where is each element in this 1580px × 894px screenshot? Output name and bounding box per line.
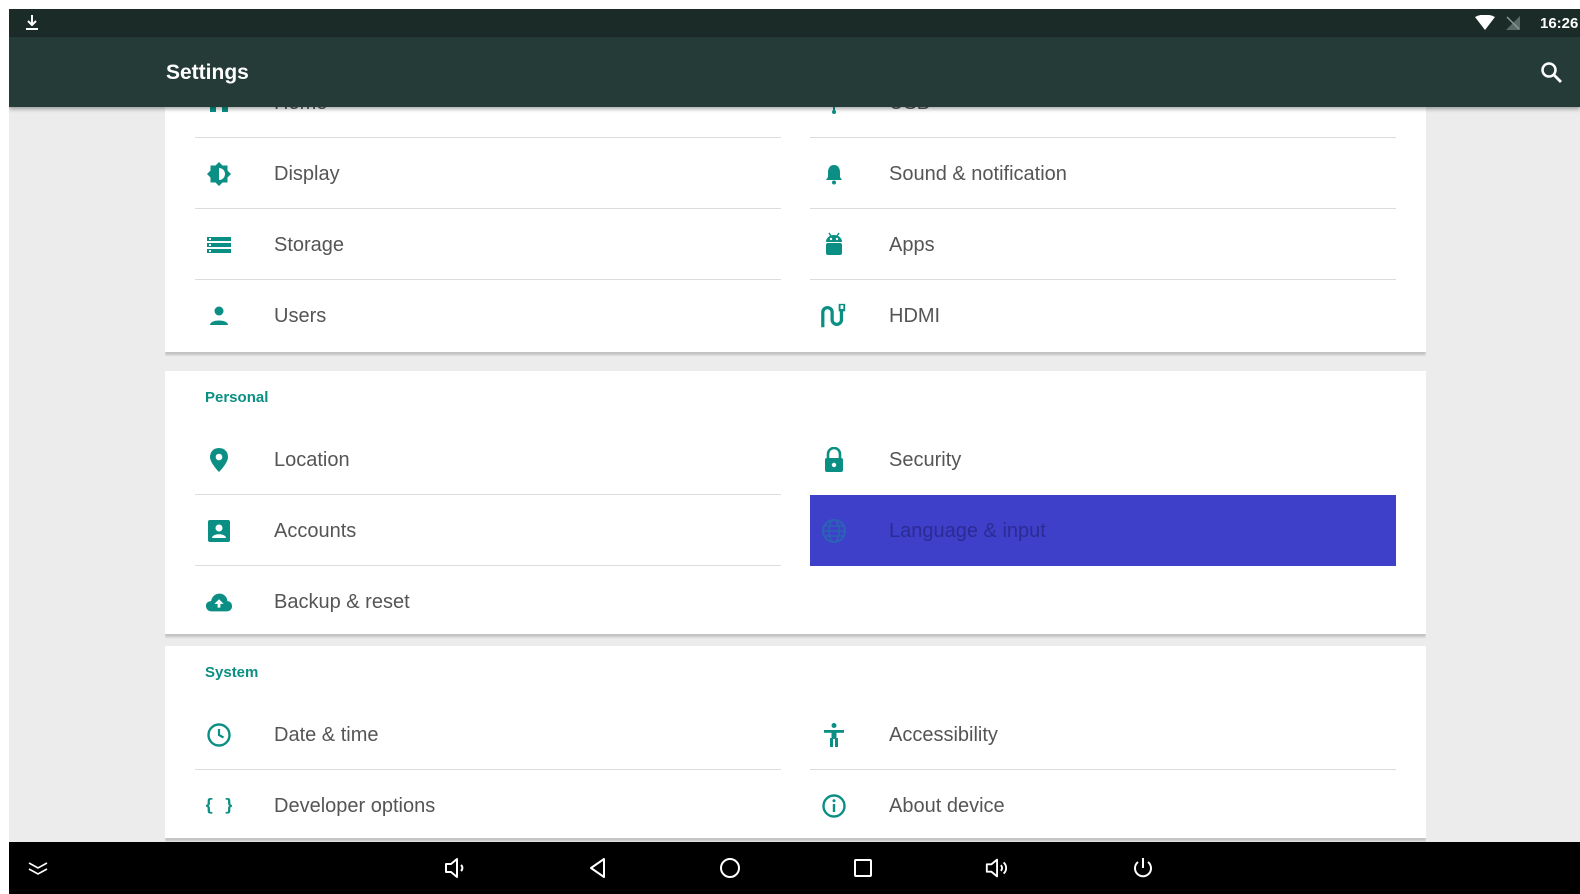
settings-list: Home USB Display Sound & notification	[165, 107, 1426, 842]
page-title: Settings	[166, 61, 249, 84]
usb-icon	[820, 107, 848, 117]
brightness-icon	[205, 160, 233, 188]
setting-accounts[interactable]: Accounts	[195, 495, 781, 566]
setting-label: Home	[274, 107, 327, 115]
hdmi-icon	[820, 302, 848, 330]
setting-hdmi[interactable]: HDMI	[810, 280, 1396, 351]
setting-label: HDMI	[889, 305, 941, 327]
setting-label: USB	[889, 107, 930, 115]
person-icon	[205, 302, 233, 330]
cloud-upload-icon	[205, 588, 233, 616]
wifi-icon	[1475, 15, 1495, 30]
setting-label: Location	[274, 449, 350, 471]
volume-down-icon[interactable]	[442, 854, 470, 882]
accessibility-icon	[820, 721, 848, 749]
setting-label: Accessibility	[889, 724, 998, 746]
download-icon	[26, 15, 38, 30]
collapse-icon[interactable]	[24, 854, 52, 882]
location-pin-icon	[205, 446, 233, 474]
setting-usb[interactable]: USB	[810, 107, 1396, 138]
setting-label: Security	[889, 449, 962, 471]
setting-display[interactable]: Display	[195, 138, 781, 209]
setting-label: Users	[274, 305, 327, 327]
setting-label: Date & time	[274, 724, 379, 746]
bell-icon	[820, 160, 848, 188]
device-card: Home USB Display Sound & notification	[165, 107, 1426, 352]
section-header-system: System	[205, 664, 259, 681]
setting-label: Accounts	[274, 520, 357, 542]
setting-label: Developer options	[274, 795, 436, 817]
power-icon[interactable]	[1129, 854, 1157, 882]
setting-security[interactable]: Security	[810, 424, 1396, 495]
braces-icon: { }	[205, 792, 233, 820]
navigation-bar	[9, 842, 1580, 894]
setting-sound-notification[interactable]: Sound & notification	[810, 138, 1396, 209]
android-icon	[820, 231, 848, 259]
setting-date-time[interactable]: Date & time	[195, 699, 781, 770]
no-sim-icon	[1506, 16, 1520, 30]
lock-icon	[820, 446, 848, 474]
setting-about-device[interactable]: About device	[810, 770, 1396, 841]
setting-backup-reset[interactable]: Backup & reset	[195, 566, 781, 637]
setting-users[interactable]: Users	[195, 280, 781, 351]
home-icon	[205, 107, 233, 117]
account-box-icon	[205, 517, 233, 545]
setting-label: Apps	[889, 234, 935, 256]
status-bar: 16:26	[9, 9, 1580, 37]
app-bar: Settings	[9, 37, 1580, 107]
setting-home[interactable]: Home	[195, 107, 781, 138]
setting-label: Sound & notification	[889, 163, 1067, 185]
section-header-personal: Personal	[205, 389, 269, 406]
svg-text:{ }: { }	[206, 796, 232, 816]
setting-label: Storage	[274, 234, 345, 256]
clock-text: 16:26	[1540, 14, 1579, 32]
volume-up-icon[interactable]	[984, 854, 1012, 882]
setting-apps[interactable]: Apps	[810, 209, 1396, 280]
setting-language-input[interactable]: Language & input	[810, 495, 1396, 566]
recents-icon[interactable]	[849, 854, 877, 882]
setting-label: Backup & reset	[274, 591, 410, 613]
info-icon	[820, 792, 848, 820]
search-icon[interactable]	[1539, 60, 1563, 84]
storage-icon	[205, 231, 233, 259]
setting-accessibility[interactable]: Accessibility	[810, 699, 1396, 770]
setting-label: About device	[889, 795, 1005, 817]
personal-card: Personal Location Security Accounts Lang…	[165, 371, 1426, 634]
android-screen: 16:26 Settings Home USB	[9, 9, 1580, 894]
back-icon[interactable]	[584, 854, 612, 882]
setting-label: Language & input	[889, 520, 1046, 542]
globe-icon	[820, 517, 848, 545]
home-circle-icon[interactable]	[716, 854, 744, 882]
clock-icon	[205, 721, 233, 749]
setting-location[interactable]: Location	[195, 424, 781, 495]
setting-storage[interactable]: Storage	[195, 209, 781, 280]
setting-label: Display	[274, 163, 340, 185]
system-card: System Date & time Accessibility { } Dev…	[165, 646, 1426, 838]
setting-developer-options[interactable]: { } Developer options	[195, 770, 781, 841]
